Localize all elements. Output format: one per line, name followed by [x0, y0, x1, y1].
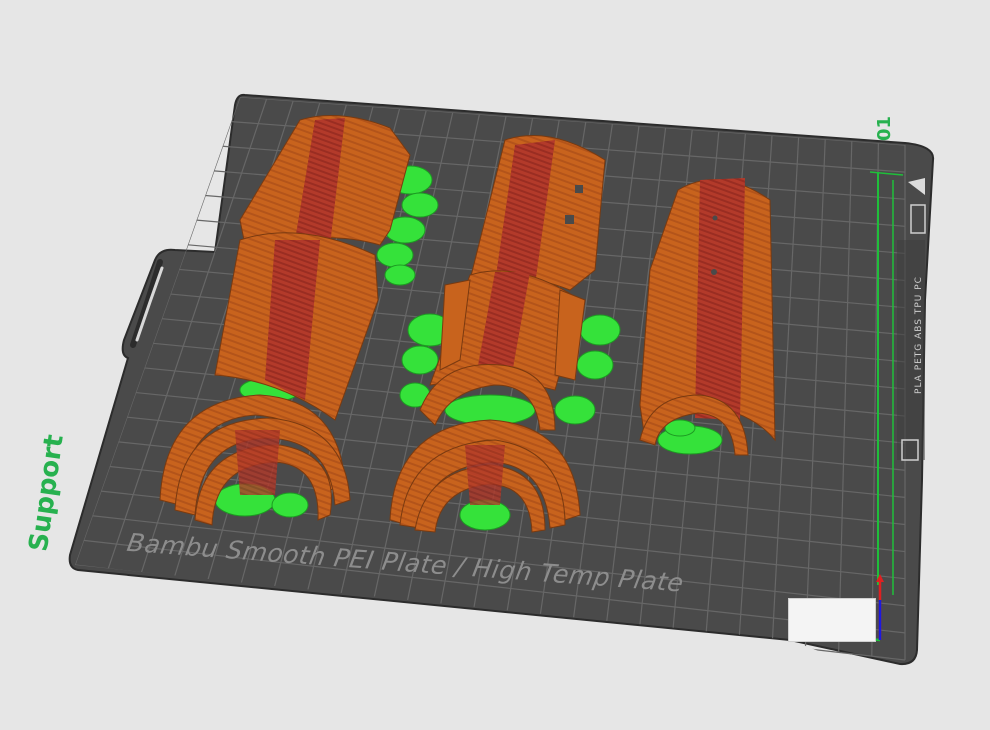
plate-filament-text: PLA PETG ABS TPU PC: [913, 276, 924, 394]
orientation-cube-icon[interactable]: [788, 598, 876, 642]
plate-number[interactable]: 01: [874, 116, 895, 141]
3d-viewport[interactable]: Bambu Smooth PEI Plate / High Temp Plate…: [0, 0, 990, 725]
